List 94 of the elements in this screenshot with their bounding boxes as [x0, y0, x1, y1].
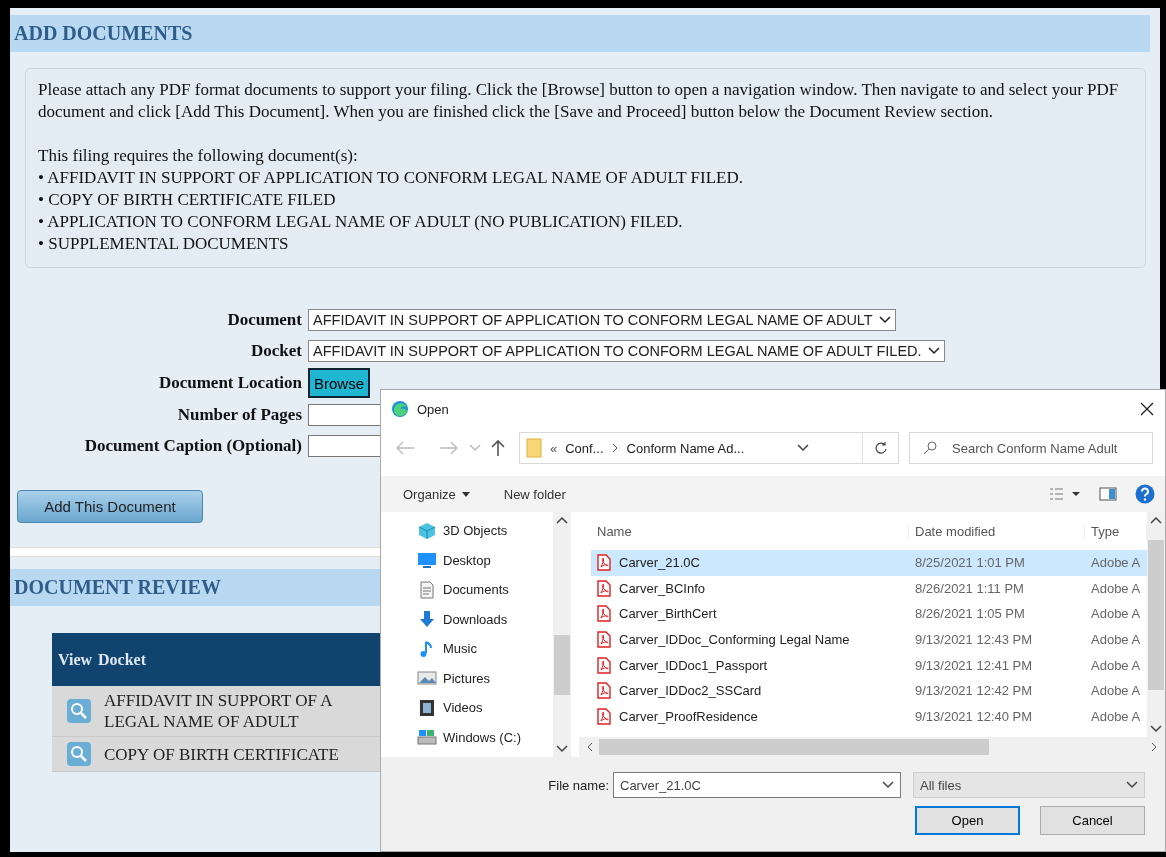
chevron-down-icon — [1150, 725, 1162, 733]
field-label: Document Caption (Optional) — [83, 435, 302, 457]
column-header: Docket — [98, 650, 147, 669]
forward-button[interactable] — [439, 441, 459, 455]
path-overflow[interactable]: « — [550, 440, 558, 456]
nav-item[interactable]: 3D Objects — [417, 516, 553, 546]
pdf-file-icon — [597, 682, 611, 700]
chevron-down-icon — [797, 444, 810, 452]
scrollbar-thumb[interactable] — [599, 739, 989, 755]
close-button[interactable] — [1139, 401, 1155, 417]
requirements-intro: This filing requires the following document(s): — [38, 145, 359, 167]
dropdown-field[interactable]: AFFIDAVIT IN SUPPORT OF APPLICATION TO CONFORM LEGAL NAME OF ADULT FILED. — [308, 340, 945, 362]
section-header: ADD DOCUMENTS — [10, 15, 1150, 52]
back-button[interactable] — [395, 441, 415, 455]
pdf-file-icon — [597, 656, 611, 674]
drive-icon — [417, 728, 437, 747]
cube-icon — [417, 521, 437, 540]
table-cell: AFFIDAVIT IN SUPPORT OF A LEGAL NAME OF ADULT — [104, 690, 333, 732]
file-name-label: File name: — [548, 777, 609, 793]
magnifier-icon[interactable] — [66, 698, 92, 724]
cancel-button[interactable]: Cancel — [1040, 806, 1145, 835]
preview-pane-button[interactable] — [1099, 487, 1117, 501]
chevron-down-icon — [927, 347, 940, 355]
chevron-down-icon — [556, 745, 568, 753]
file-row[interactable]: Carver_ProofResidence 9/13/2021 12:40 PM Adobe A — [591, 703, 1147, 730]
field-label: Document — [226, 309, 302, 331]
refresh-icon — [873, 441, 888, 455]
file-type-dropdown[interactable]: All files — [913, 772, 1145, 798]
recent-dropdown-button[interactable] — [469, 444, 481, 452]
horizontal-scrollbar[interactable] — [579, 737, 1165, 757]
table-cell: COPY OF BIRTH CERTIFICATE — [104, 743, 339, 765]
nav-item[interactable]: Documents — [417, 575, 553, 605]
nav-item[interactable]: Downloads — [417, 604, 553, 634]
file-row[interactable]: Carver_21.0C 8/25/2021 1:01 PM Adobe A — [591, 550, 1147, 576]
browser-logo-icon — [391, 400, 409, 418]
file-name-field[interactable]: Carver_21.0C — [613, 772, 901, 798]
chevron-down-icon — [1126, 781, 1138, 789]
file-row[interactable]: Carver_IDDoc1_Passport 9/13/2021 12:41 PM Adobe A — [591, 652, 1147, 678]
organize-menu[interactable]: Organize — [403, 486, 470, 502]
dropdown-field[interactable]: AFFIDAVIT IN SUPPORT OF APPLICATION TO CONFORM LEGAL NAME OF ADULT — [308, 309, 896, 331]
monitor-icon — [417, 551, 437, 570]
browse-button[interactable]: Browse — [308, 368, 371, 398]
address-bar[interactable]: « Conf... Conform Name Ad... — [519, 432, 899, 464]
column-header: View — [58, 650, 93, 669]
pdf-file-icon — [597, 579, 611, 597]
requirement-item: • AFFIDAVIT IN SUPPORT OF APPLICATION TO CONFORM LEGAL NAME OF ADULT FILED. — [38, 167, 745, 189]
scrollbar-thumb[interactable] — [554, 634, 570, 695]
document-icon — [417, 580, 437, 599]
chevron-down-icon — [882, 781, 894, 789]
chevron-down-icon — [469, 444, 481, 452]
open-button[interactable]: Open — [915, 806, 1020, 835]
file-row[interactable]: Carver_IDDoc2_SSCard 9/13/2021 12:42 PM Adobe A — [591, 677, 1147, 704]
requirement-item: • SUPPLEMENTAL DOCUMENTS — [38, 233, 290, 255]
add-document-button[interactable]: Add This Document — [17, 490, 203, 523]
film-icon — [417, 698, 437, 717]
chevron-left-icon — [587, 742, 593, 752]
file-row[interactable]: Carver_IDDoc_Conforming Legal Name 9/13/2021 12:43 PM Adobe A — [591, 626, 1147, 653]
nav-item[interactable]: Windows (C:) — [417, 722, 553, 752]
image-icon — [417, 669, 437, 688]
pdf-file-icon — [597, 631, 611, 649]
help-button[interactable] — [1135, 484, 1155, 504]
chevron-up-icon — [1150, 516, 1162, 524]
chevron-down-icon — [878, 316, 891, 324]
path-segment[interactable]: Conform Name Ad... — [626, 440, 745, 456]
nav-item[interactable]: Music — [417, 634, 553, 664]
view-options-button[interactable] — [1049, 487, 1081, 501]
up-button[interactable] — [491, 439, 505, 457]
chevron-right-icon — [611, 443, 619, 453]
download-arrow-icon — [417, 610, 437, 629]
field-label: Number of Pages — [176, 404, 302, 426]
file-row[interactable]: Carver_BCInfo 8/26/2021 1:11 PM Adobe A — [591, 575, 1147, 602]
pdf-file-icon — [597, 707, 611, 725]
search-icon — [923, 441, 937, 455]
requirement-item: • COPY OF BIRTH CERTIFICATE FILED — [38, 189, 337, 211]
column-header[interactable]: Date modified — [909, 523, 1085, 539]
chevron-up-icon — [556, 516, 568, 524]
path-segment[interactable]: Conf... — [565, 440, 604, 456]
field-label: Document Location — [157, 372, 302, 394]
pdf-file-icon — [597, 605, 611, 623]
nav-item[interactable]: Pictures — [417, 663, 553, 693]
scrollbar-thumb[interactable] — [1148, 539, 1164, 690]
folder-icon — [526, 438, 542, 458]
column-header[interactable]: Name — [591, 523, 909, 539]
magnifier-icon[interactable] — [66, 741, 92, 767]
field-label: Docket — [250, 340, 302, 362]
new-folder-button[interactable]: New folder — [503, 486, 566, 502]
pdf-file-icon — [597, 554, 611, 572]
requirement-item: • APPLICATION TO CONFORM LEGAL NAME OF ADULT (NO PUBLICATION) FILED. — [38, 211, 684, 233]
instructions-text: Please attach any PDF format documents to support your filing. Click the [Browse] button to open a navigation window. Then navigate to and select your PDF document and click [Add This Document]. When you are finished click the [Save and Proceed] button below the Document Review section. — [38, 79, 1120, 123]
nav-item[interactable]: Videos — [417, 693, 553, 723]
search-field[interactable]: Search Conform Name Adult — [909, 432, 1153, 464]
caret-down-icon — [461, 491, 470, 497]
dialog-title: Open — [417, 401, 450, 417]
chevron-right-icon — [1151, 742, 1157, 752]
